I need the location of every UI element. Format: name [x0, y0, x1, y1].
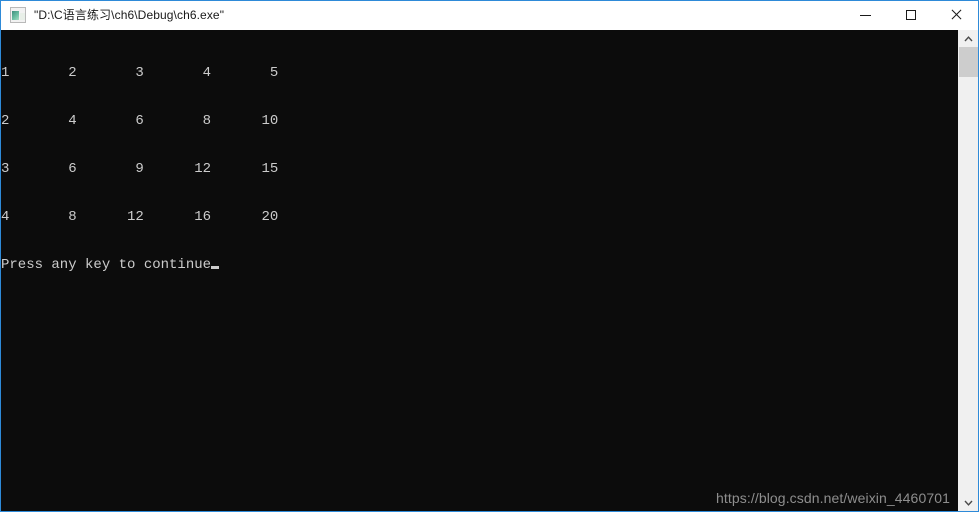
console-line: 1 2 3 4 5 — [1, 65, 279, 81]
console-window: "D:\C语言练习\ch6\Debug\ch6.exe" 1 2 3 4 5 2… — [0, 0, 979, 512]
console-line: 3 6 9 12 15 — [1, 161, 279, 177]
text-cursor — [211, 266, 220, 269]
close-button[interactable] — [933, 1, 978, 29]
console-output-area[interactable]: 1 2 3 4 5 2 4 6 8 10 3 6 9 12 15 4 8 12 … — [1, 30, 958, 511]
console-line: 4 8 12 16 20 — [1, 209, 279, 225]
scroll-up-button[interactable] — [959, 30, 978, 47]
console-line: 2 4 6 8 10 — [1, 113, 279, 129]
scrollbar-thumb[interactable] — [959, 47, 978, 77]
chevron-up-icon — [964, 35, 973, 41]
console-prompt-line: Press any key to continue — [1, 257, 278, 273]
window-title: "D:\C语言练习\ch6\Debug\ch6.exe" — [34, 8, 225, 22]
chevron-down-icon — [964, 500, 973, 506]
minimize-button[interactable] — [843, 1, 888, 29]
close-icon — [950, 9, 962, 21]
console-text-block: 1 2 3 4 5 2 4 6 8 10 3 6 9 12 15 4 8 12 … — [1, 33, 278, 305]
console-app-icon — [10, 7, 26, 23]
maximize-button[interactable] — [888, 1, 933, 29]
client-area: 1 2 3 4 5 2 4 6 8 10 3 6 9 12 15 4 8 12 … — [1, 30, 978, 511]
console-prompt-text: Press any key to continue — [1, 257, 212, 273]
watermark-url: https://blog.csdn.net/weixin_4460701 — [716, 490, 950, 506]
window-controls — [843, 1, 978, 29]
title-bar[interactable]: "D:\C语言练习\ch6\Debug\ch6.exe" — [1, 1, 978, 30]
scroll-down-button[interactable] — [959, 494, 978, 511]
vertical-scrollbar[interactable] — [958, 30, 978, 511]
maximize-icon — [905, 10, 916, 20]
scrollbar-track[interactable] — [959, 47, 978, 494]
minimize-icon — [860, 14, 871, 16]
